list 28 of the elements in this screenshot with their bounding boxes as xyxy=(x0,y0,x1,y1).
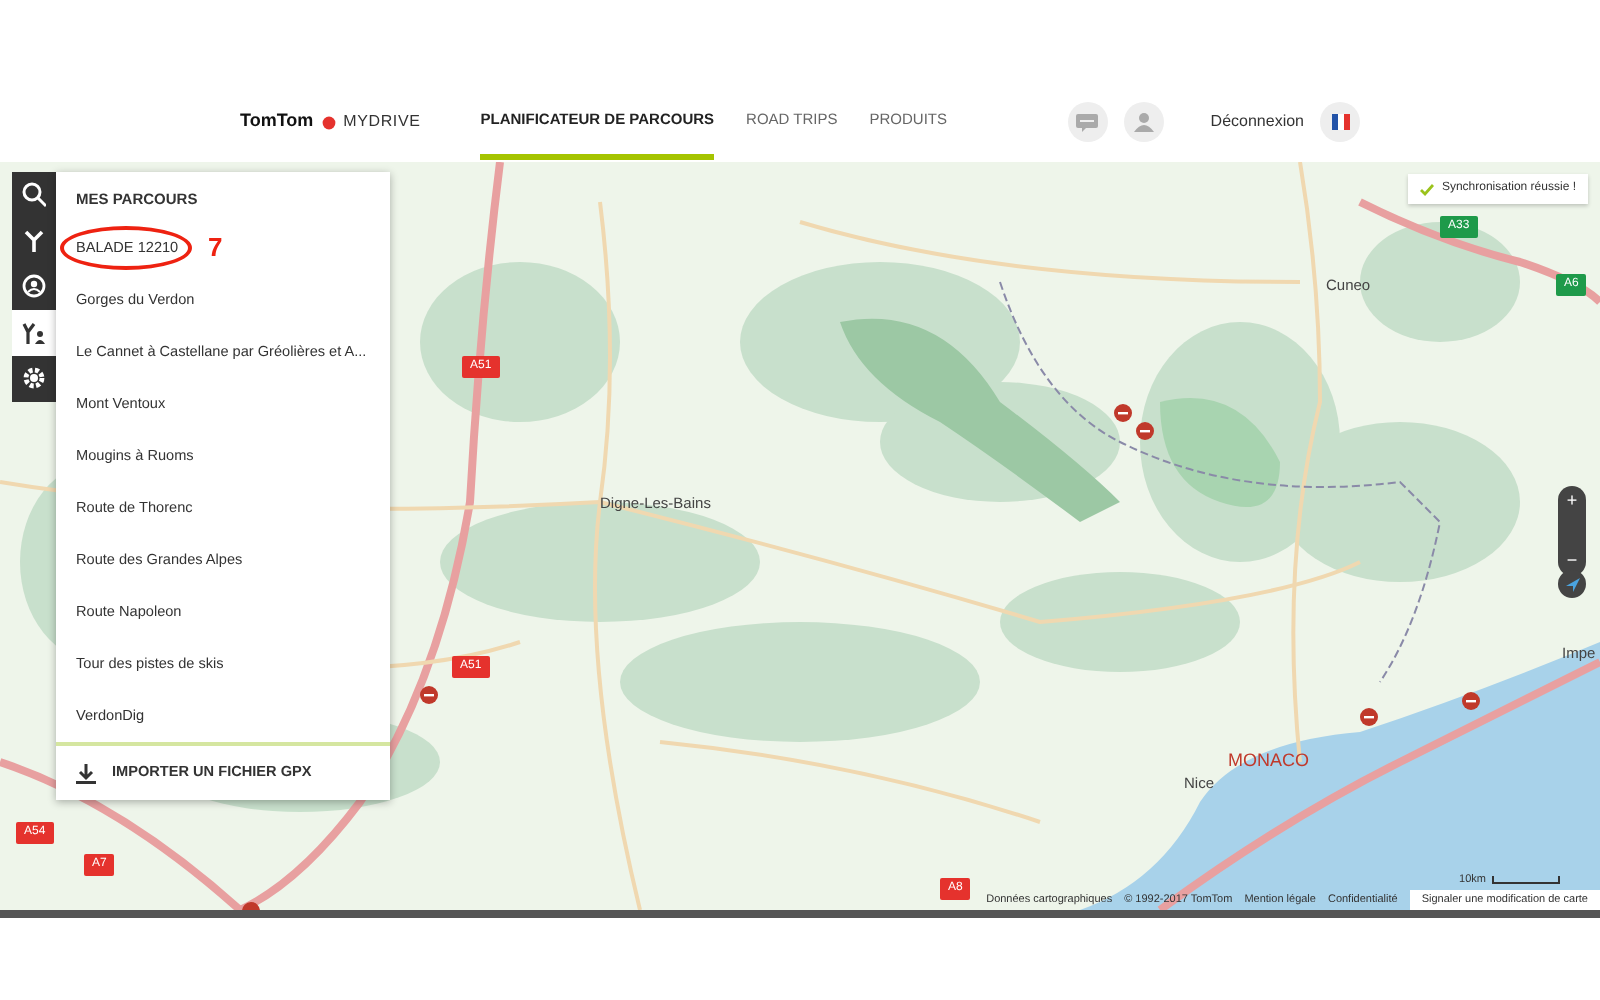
route-person-icon xyxy=(22,320,46,346)
place-label: MONACO xyxy=(1228,748,1309,774)
compass-arrow-icon xyxy=(1565,577,1579,591)
check-icon xyxy=(1419,183,1434,195)
traffic-incident-icon xyxy=(1114,404,1132,422)
traffic-incident-icon xyxy=(1136,422,1154,440)
download-icon xyxy=(76,763,96,784)
scale-bar xyxy=(1492,875,1560,884)
traffic-incident-icon xyxy=(420,686,438,704)
person-icon xyxy=(1133,112,1154,132)
settings-icon xyxy=(22,366,46,392)
zoom-out-button[interactable]: − xyxy=(1566,552,1578,570)
compass-button[interactable] xyxy=(1558,570,1586,598)
person-pin-icon xyxy=(22,274,46,300)
french-flag-icon xyxy=(1331,114,1349,130)
traffic-incident-icon xyxy=(1360,708,1378,726)
route-fork-icon xyxy=(22,228,46,254)
tool-button[interactable] xyxy=(12,310,56,356)
logo-dot-icon xyxy=(321,115,336,129)
zoom-in-button[interactable]: + xyxy=(1566,492,1578,510)
traffic-incident-icon xyxy=(1462,692,1480,710)
annotation-number: 7 xyxy=(208,230,223,267)
product-name: MYDRIVE xyxy=(343,110,421,134)
language-button[interactable] xyxy=(1320,102,1360,142)
search-icon xyxy=(22,182,46,208)
logout-link[interactable]: Déconnexion xyxy=(1210,110,1304,134)
chat-bubble-icon xyxy=(1076,113,1099,131)
brand-logo[interactable]: TomTom xyxy=(240,108,314,136)
